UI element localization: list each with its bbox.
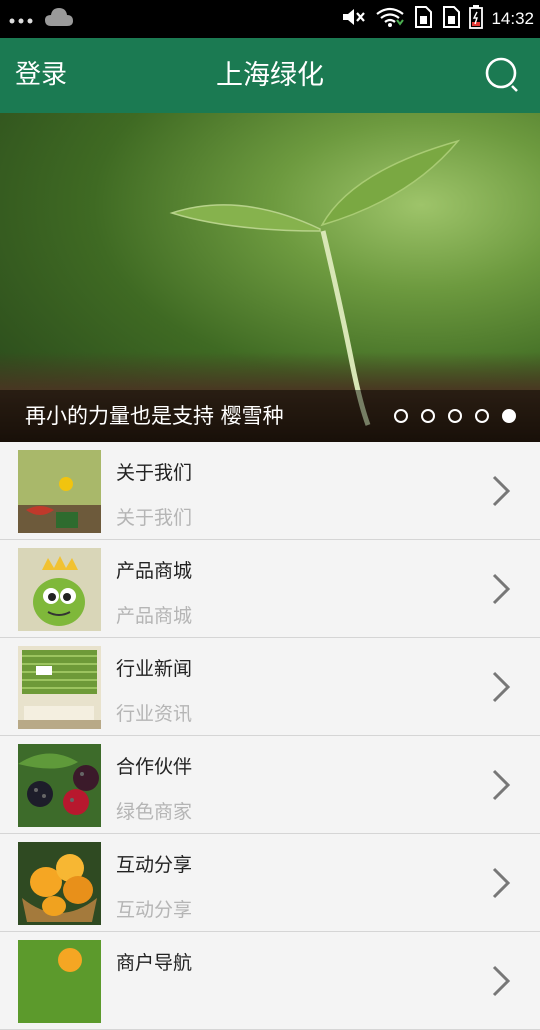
more-dots-icon — [8, 10, 34, 29]
chevron-right-icon — [490, 572, 512, 606]
login-button[interactable]: 登录 — [15, 38, 67, 113]
app-bar: 登录 上海绿化 — [0, 38, 540, 113]
status-bar: 14:32 — [0, 0, 540, 38]
list-item-navigation[interactable]: 商户导航 — [0, 932, 540, 1030]
thumbnail-shop — [18, 548, 101, 631]
menu-list: 关于我们 关于我们 产品商城 产品商城 行业新闻 行业资讯 合作伙伴 绿色商家 … — [0, 442, 540, 1030]
list-item-title: 互动分享 — [116, 854, 193, 876]
chevron-right-icon — [490, 866, 512, 900]
status-left — [8, 0, 74, 38]
chevron-right-icon — [490, 768, 512, 802]
list-item-share[interactable]: 互动分享 互动分享 — [0, 834, 540, 932]
page-title: 上海绿化 — [216, 60, 324, 91]
list-item-news[interactable]: 行业新闻 行业资讯 — [0, 638, 540, 736]
list-item-about[interactable]: 关于我们 关于我们 — [0, 442, 540, 540]
wifi-icon — [375, 6, 405, 32]
list-item-shop[interactable]: 产品商城 产品商城 — [0, 540, 540, 638]
thumbnail-about — [18, 450, 101, 533]
list-item-title: 行业新闻 — [116, 658, 193, 680]
list-item-subtitle: 行业资讯 — [116, 703, 193, 725]
thumbnail-navigation — [18, 940, 101, 1023]
carousel-dot[interactable] — [421, 409, 435, 423]
status-right: 14:32 — [341, 0, 534, 38]
carousel-dot[interactable] — [394, 409, 408, 423]
battery-icon — [469, 5, 484, 33]
carousel-dot-active[interactable] — [502, 409, 516, 423]
status-time: 14:32 — [491, 9, 534, 28]
banner-caption-bar: 再小的力量也是支持 樱雪种 — [0, 390, 540, 442]
chevron-right-icon — [490, 474, 512, 508]
list-item-title: 关于我们 — [116, 462, 193, 484]
mute-icon — [341, 6, 367, 32]
list-item-title: 产品商城 — [116, 560, 193, 582]
cloud-icon — [44, 6, 74, 32]
list-item-subtitle: 互动分享 — [116, 899, 193, 921]
list-item-title: 合作伙伴 — [116, 756, 193, 778]
chevron-right-icon — [490, 670, 512, 704]
list-item-subtitle: 产品商城 — [116, 605, 193, 627]
chevron-right-icon — [490, 964, 512, 998]
sim2-icon — [441, 5, 461, 33]
banner-caption: 再小的力量也是支持 樱雪种 — [25, 404, 284, 428]
list-item-title: 商户导航 — [116, 952, 193, 974]
carousel-indicator — [394, 390, 516, 442]
thumbnail-partners — [18, 744, 101, 827]
sim1-icon — [413, 5, 433, 33]
search-icon — [484, 57, 524, 100]
search-button[interactable] — [484, 56, 524, 96]
list-item-subtitle: 关于我们 — [116, 507, 193, 529]
list-item-subtitle: 绿色商家 — [116, 801, 193, 823]
carousel-dot[interactable] — [475, 409, 489, 423]
thumbnail-news — [18, 646, 101, 729]
thumbnail-share — [18, 842, 101, 925]
carousel-dot[interactable] — [448, 409, 462, 423]
list-item-partners[interactable]: 合作伙伴 绿色商家 — [0, 736, 540, 834]
banner-carousel[interactable]: 再小的力量也是支持 樱雪种 — [0, 113, 540, 442]
